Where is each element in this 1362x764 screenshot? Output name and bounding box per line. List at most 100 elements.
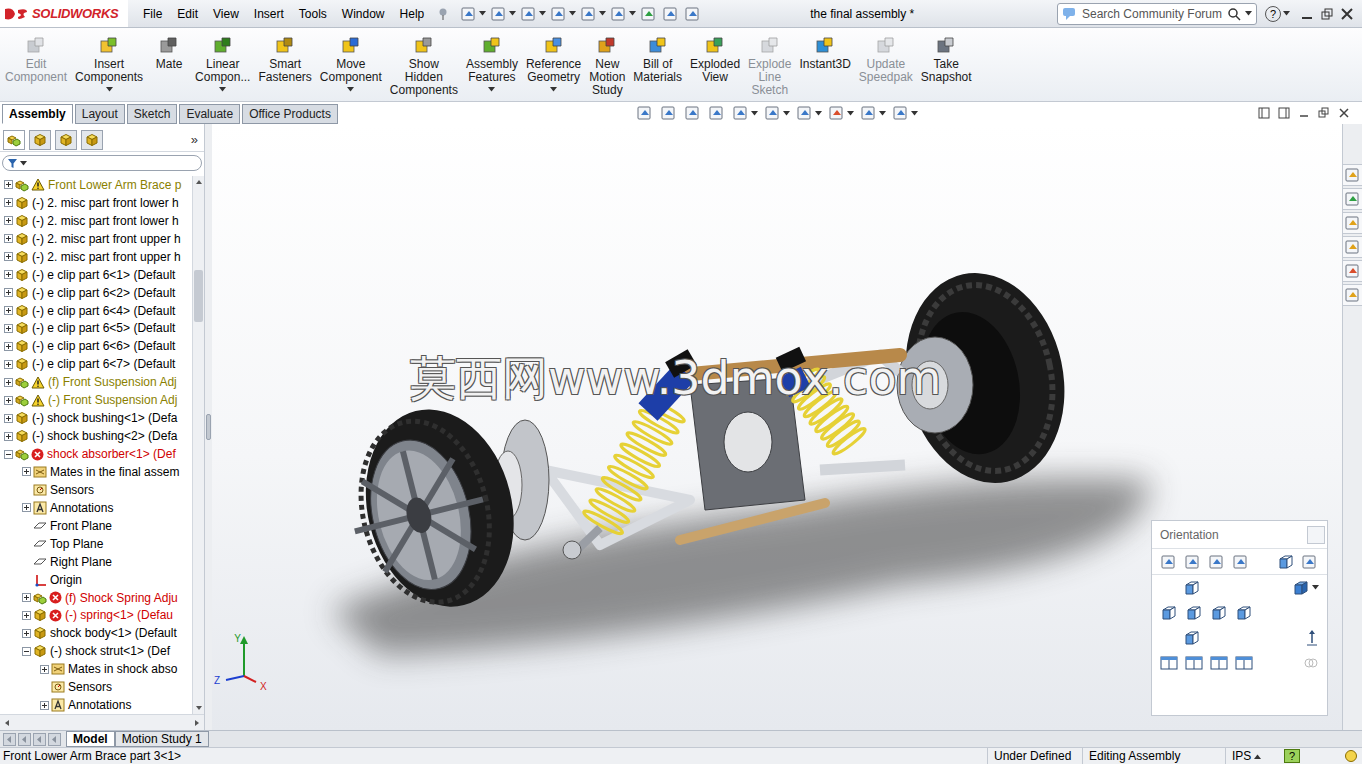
tree-item[interactable]: (-) 2. misc part front upper h [0, 248, 192, 266]
minimize-icon[interactable] [1300, 7, 1314, 21]
filter-field[interactable] [2, 155, 202, 171]
tree-item[interactable]: Origin [0, 571, 192, 589]
task-pane-tab[interactable] [1343, 212, 1362, 234]
dropdown-icon[interactable] [550, 87, 557, 92]
restore-icon[interactable] [1320, 7, 1334, 21]
edit-appearance-icon[interactable] [828, 104, 846, 122]
design-library-icon[interactable] [1344, 190, 1362, 208]
dropdown-icon[interactable] [1312, 585, 1319, 590]
top-view-icon[interactable] [1183, 579, 1201, 597]
four-view-icon[interactable] [1235, 656, 1253, 670]
tree-item[interactable]: shock absorber<1> (Def [0, 445, 192, 463]
tree-item[interactable]: shock body<1> (Default [0, 624, 192, 642]
front-view-icon[interactable] [1185, 604, 1203, 622]
left-view-icon[interactable] [1160, 604, 1178, 622]
command-tab[interactable]: Evaluate [179, 104, 240, 124]
dropdown-icon[interactable] [347, 87, 354, 92]
tree-item[interactable]: (-) e clip part 6<5> (Default [0, 320, 192, 338]
pin-dialog-icon[interactable] [1301, 553, 1319, 571]
tree-item[interactable]: (-) spring<1> (Defau [0, 607, 192, 625]
tree-item[interactable]: (-) 2. misc part front lower h [0, 212, 192, 230]
view-palette-icon[interactable] [1344, 238, 1362, 256]
previous-view-icon[interactable] [684, 104, 702, 122]
command-button[interactable]: ReferenceGeometry [522, 28, 585, 92]
view-settings-icon[interactable] [892, 104, 910, 122]
tree-item[interactable]: Sensors [0, 481, 192, 499]
save-icon[interactable] [520, 5, 538, 23]
tree-item[interactable]: (-) e clip part 6<4> (Default [0, 302, 192, 320]
link-views-icon[interactable] [1232, 553, 1250, 571]
tree-item[interactable]: Sensors [0, 678, 192, 696]
search-icon[interactable] [1227, 7, 1241, 21]
command-button[interactable]: Bill ofMaterials [629, 28, 686, 84]
doc-minimize-icon[interactable] [1298, 107, 1310, 119]
print-icon[interactable] [550, 5, 568, 23]
expand-icon[interactable] [4, 414, 13, 423]
command-button[interactable]: ShowHiddenComponents [386, 28, 462, 97]
rebuild-icon[interactable] [640, 5, 658, 23]
menu-item[interactable]: Help [400, 5, 425, 23]
task-pane-tab[interactable] [1343, 236, 1362, 258]
expand-icon[interactable] [4, 198, 13, 207]
select-icon[interactable] [610, 5, 628, 23]
tree-item[interactable]: (-) e clip part 6<2> (Default [0, 284, 192, 302]
expand-icon[interactable] [4, 396, 13, 405]
last-tab-icon[interactable] [48, 733, 61, 746]
previous-tab-icon[interactable] [18, 733, 31, 746]
task-pane-tab[interactable] [1343, 284, 1362, 306]
scroll-down-icon[interactable] [193, 702, 205, 714]
command-button[interactable]: LinearCompon... [191, 28, 254, 92]
back-view-icon[interactable] [1235, 604, 1253, 622]
dropdown-icon[interactable] [509, 11, 516, 16]
tree-item[interactable]: (-) shock strut<1> (Def [0, 642, 192, 660]
reset-views-icon[interactable] [1208, 553, 1226, 571]
options-icon[interactable] [684, 5, 702, 23]
apply-scene-icon[interactable] [860, 104, 878, 122]
expand-icon[interactable] [22, 593, 31, 602]
tile-icon[interactable] [1258, 107, 1270, 119]
collapse-icon[interactable] [4, 450, 13, 459]
expand-icon[interactable] [4, 342, 13, 351]
horizontal-scrollbar[interactable] [0, 714, 204, 730]
normal-to-icon[interactable] [1305, 629, 1319, 647]
tree-item[interactable]: Right Plane [0, 553, 192, 571]
expand-icon[interactable] [4, 270, 13, 279]
expand-icon[interactable] [22, 629, 31, 638]
dropdown-icon[interactable] [847, 111, 854, 116]
menu-item[interactable]: File [143, 5, 162, 23]
command-button[interactable]: Mate [147, 28, 191, 71]
dropdown-icon[interactable] [1245, 11, 1252, 16]
bottom-view-icon[interactable] [1183, 629, 1201, 647]
expand-icon[interactable] [4, 288, 13, 297]
dropdown-icon[interactable] [479, 11, 486, 16]
command-button[interactable]: InsertComponents [71, 28, 147, 92]
splitter-handle[interactable] [206, 414, 211, 440]
dropdown-icon[interactable] [539, 11, 546, 16]
expand-icon[interactable] [22, 503, 31, 512]
expand-icon[interactable] [4, 432, 13, 441]
tree-item[interactable]: (f) Shock Spring Adju [0, 589, 192, 607]
dropdown-icon[interactable] [879, 111, 886, 116]
menu-item[interactable]: Window [342, 5, 385, 23]
undo-icon[interactable] [580, 5, 598, 23]
scroll-thumb[interactable] [194, 270, 203, 322]
menu-item[interactable]: Tools [299, 5, 327, 23]
menu-item[interactable]: Insert [254, 5, 284, 23]
panel-tab[interactable] [55, 130, 77, 150]
single-view-icon[interactable] [1160, 656, 1178, 670]
expand-icon[interactable] [40, 701, 49, 710]
tree-item[interactable]: (-) shock bushing<2> (Defa [0, 427, 192, 445]
command-button[interactable]: TakeSnapshot [917, 28, 976, 84]
expand-icon[interactable] [22, 611, 31, 620]
tree-item[interactable]: Annotations [0, 696, 192, 714]
close-icon[interactable] [1340, 7, 1354, 21]
doc-restore-icon[interactable] [1318, 107, 1330, 119]
units-menu-icon[interactable] [1254, 754, 1261, 759]
tree-item[interactable]: (-) e clip part 6<6> (Default [0, 337, 192, 355]
command-button[interactable]: Instant3D [795, 28, 854, 71]
expand-icon[interactable] [4, 324, 13, 333]
task-pane-tab[interactable] [1343, 188, 1362, 210]
dropdown-icon[interactable] [629, 11, 636, 16]
panel-splitter[interactable] [205, 124, 212, 730]
file-explorer-icon[interactable] [1344, 214, 1362, 232]
